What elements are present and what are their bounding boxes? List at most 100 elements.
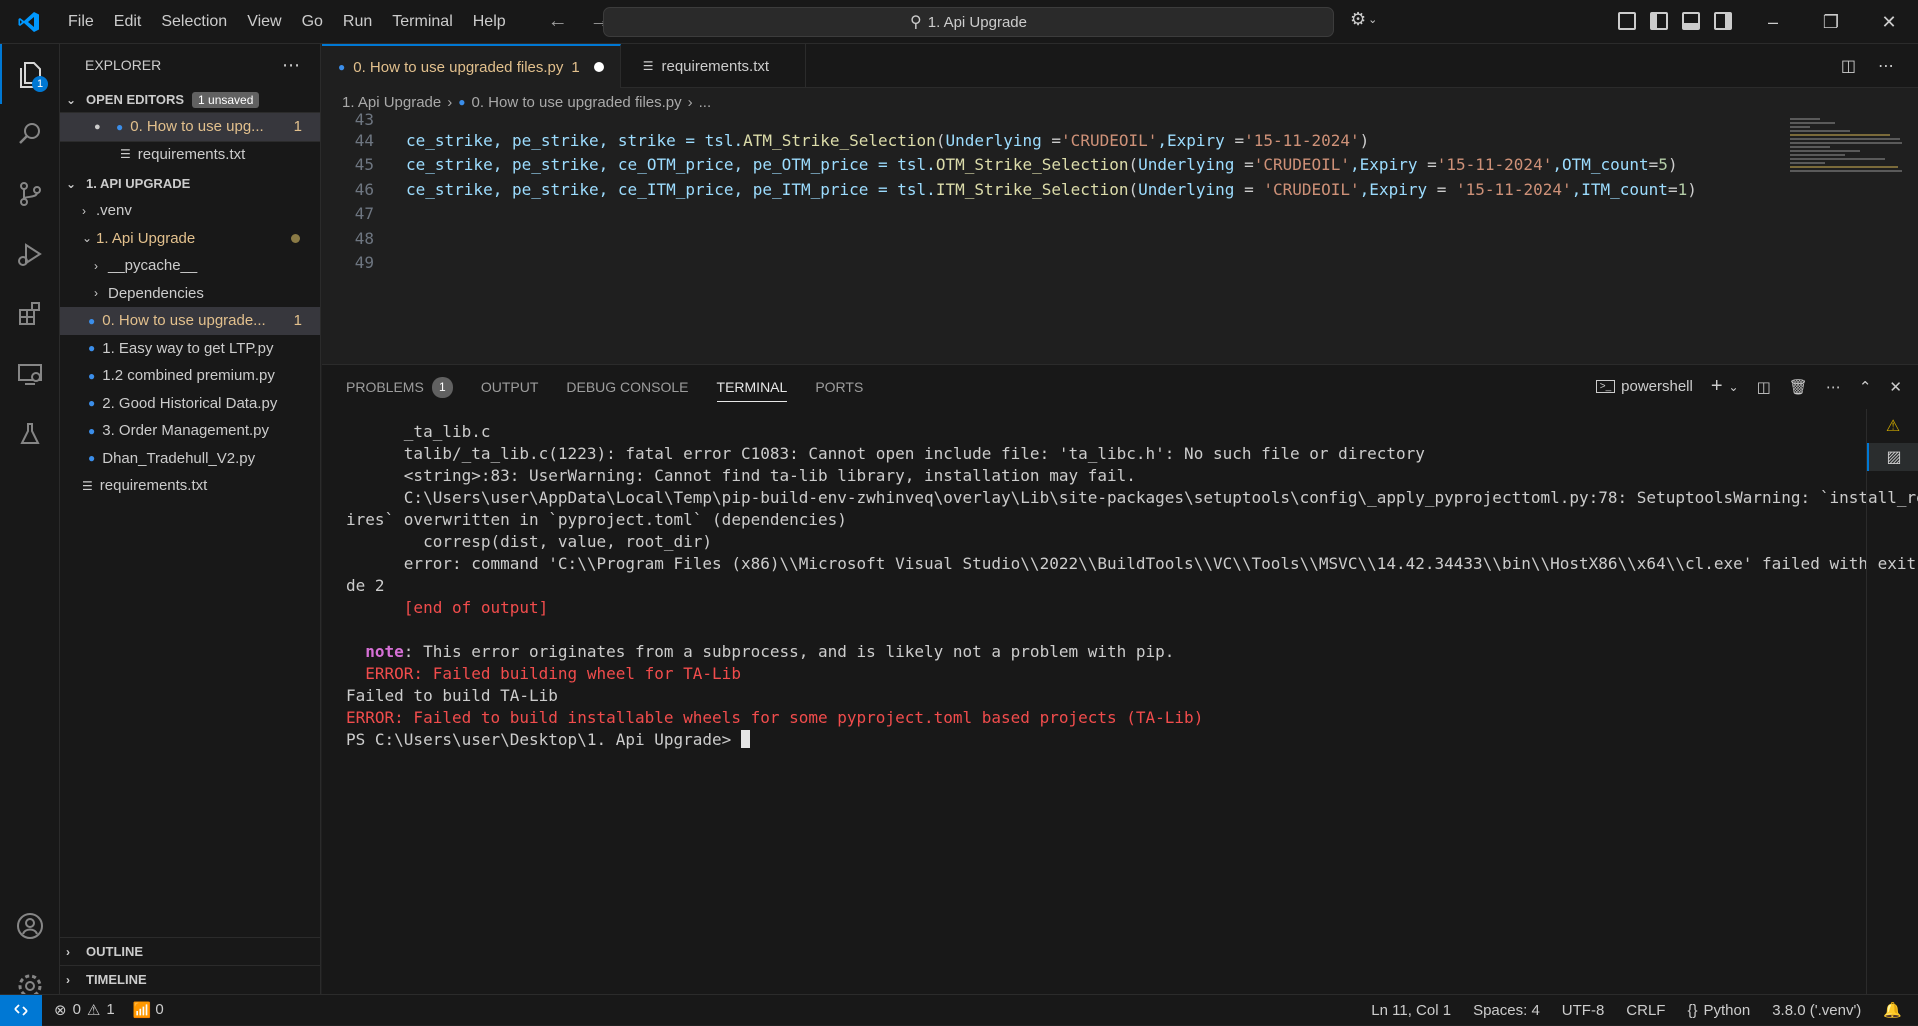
terminal-line: corresp(dist, value, root_dir) <box>346 532 713 551</box>
copilot-button[interactable]: ⚙ ⌄ <box>1350 9 1377 30</box>
tab-problems[interactable]: PROBLEMS 1 <box>346 365 453 409</box>
terminal-line: ires` overwritten in `pyproject.toml` (d… <box>346 510 847 529</box>
search-icon: ⚲ <box>910 14 922 31</box>
open-editor-item[interactable]: ● ● 0. How to use upg... 1 <box>59 112 321 142</box>
back-arrow-icon[interactable]: ← <box>548 10 568 33</box>
encoding[interactable]: UTF-8 <box>1562 1002 1605 1019</box>
indentation[interactable]: Spaces: 4 <box>1473 1002 1540 1019</box>
tree-file[interactable]: ☰ requirements.txt <box>60 472 320 500</box>
code-editor[interactable]: 43 44 ce_strike, pe_strike, strike = tsl.… <box>322 110 1782 363</box>
tab-terminal[interactable]: TERMINAL <box>716 372 788 402</box>
terminal-output[interactable]: _ta_lib.c talib/_ta_lib.c(1223): fatal e… <box>346 421 1918 751</box>
toggle-primary-sidebar-icon[interactable] <box>1650 12 1668 30</box>
tab-debug-console[interactable]: DEBUG CONSOLE <box>566 365 688 409</box>
tree-folder[interactable]: › .venv <box>60 197 320 225</box>
testing-activity[interactable] <box>0 404 60 464</box>
more-actions-icon[interactable]: ⋯ <box>282 55 300 76</box>
close-icon[interactable]: ● <box>94 121 116 133</box>
terminal-line: <string>:83: UserWarning: Cannot find ta… <box>346 466 1136 485</box>
open-editors-header[interactable]: ⌄ OPEN EDITORS 1 unsaved <box>60 86 320 113</box>
workspace-root-header[interactable]: ⌄ 1. API UPGRADE <box>60 170 320 197</box>
close-panel-icon[interactable]: ✕ <box>1889 378 1902 396</box>
menu-file[interactable]: File <box>58 0 104 44</box>
notifications-icon[interactable]: 🔔 <box>1883 1001 1902 1019</box>
chevron-down-icon[interactable]: ⌄ <box>1729 380 1739 394</box>
tab-ports[interactable]: PORTS <box>815 365 863 409</box>
explorer-activity[interactable]: 1 <box>0 44 60 104</box>
tab-output[interactable]: OUTPUT <box>481 365 539 409</box>
menu-view[interactable]: View <box>237 0 291 44</box>
minimize-button[interactable]: – <box>1744 0 1802 44</box>
chevron-right-icon: › <box>447 93 453 111</box>
line-number: 44 <box>354 130 374 150</box>
breadcrumb-symbol[interactable]: ... <box>699 94 712 111</box>
problems-badge: 1 <box>431 376 453 398</box>
tree-folder[interactable]: ⌄ 1. Api Upgrade <box>60 225 320 253</box>
minimap[interactable] <box>1782 116 1918 363</box>
tree-file[interactable]: ● Dhan_Tradehull_V2.py <box>60 445 320 473</box>
tree-folder[interactable]: › Dependencies <box>60 280 320 308</box>
accounts-activity[interactable] <box>0 896 60 956</box>
warning-icon[interactable]: ⚠ <box>1867 409 1918 443</box>
status-bar: ⊗ 0 ⚠ 1 📶 0 Ln 11, Col 1 Spaces: 4 UTF-8 CR… <box>0 994 1918 1026</box>
trash-icon[interactable]: 🗑 <box>1789 378 1808 396</box>
restore-button[interactable]: ❐ <box>1802 0 1860 44</box>
menu-go[interactable]: Go <box>292 0 333 44</box>
remote-indicator-icon[interactable] <box>0 994 42 1026</box>
breadcrumb-folder[interactable]: 1. Api Upgrade <box>342 94 441 111</box>
terminal-cursor <box>740 730 750 748</box>
search-activity[interactable] <box>0 104 60 164</box>
line-endings[interactable]: CRLF <box>1626 1002 1665 1019</box>
title-bar: File Edit Selection View Go Run Terminal… <box>0 0 1918 44</box>
split-editor-icon[interactable]: ◫ <box>1841 56 1856 76</box>
problems-status[interactable]: ⊗ 0 ⚠ 1 <box>54 1001 115 1019</box>
cursor-position[interactable]: Ln 11, Col 1 <box>1371 1002 1451 1019</box>
customize-layout-icon[interactable] <box>1618 12 1636 30</box>
more-actions-icon[interactable]: ⋯ <box>1826 378 1841 396</box>
text-file-icon: ☰ <box>82 478 93 493</box>
toggle-secondary-sidebar-icon[interactable] <box>1714 12 1732 30</box>
folder-label: 1. Api Upgrade <box>96 229 196 247</box>
breadcrumb-file[interactable]: 0. How to use upgraded files.py <box>472 94 682 111</box>
tree-folder[interactable]: › __pycache__ <box>60 252 320 280</box>
braces-icon: {} <box>1687 1001 1698 1019</box>
extensions-activity[interactable] <box>0 284 60 344</box>
language-mode[interactable]: {} Python <box>1687 1002 1750 1019</box>
more-actions-icon[interactable]: ⋯ <box>1878 56 1894 76</box>
ports-status[interactable]: 📶 0 <box>133 1001 164 1019</box>
tab-upgraded-files[interactable]: ● 0. How to use upgraded files.py 1 <box>322 44 621 88</box>
menu-run[interactable]: Run <box>333 0 382 44</box>
new-terminal-icon[interactable]: + <box>1711 375 1723 398</box>
warning-count: 1 <box>106 1001 115 1018</box>
menu-edit[interactable]: Edit <box>104 0 152 44</box>
python-interpreter[interactable]: 3.8.0 ('.venv') <box>1772 1002 1861 1019</box>
toggle-panel-icon[interactable] <box>1682 12 1700 30</box>
outline-header[interactable]: › OUTLINE <box>60 937 321 965</box>
tab-requirements[interactable]: ☰ requirements.txt <box>621 44 807 88</box>
menu-selection[interactable]: Selection <box>151 0 237 44</box>
extensions-icon <box>19 302 40 325</box>
command-center-search[interactable]: ⚲ 1. Api Upgrade <box>603 7 1334 37</box>
tree-file[interactable]: ● 2. Good Historical Data.py <box>60 390 320 418</box>
line-number: 43 <box>354 110 374 129</box>
tree-file[interactable]: ● 3. Order Management.py <box>60 417 320 445</box>
open-editor-item[interactable]: ☰ requirements.txt <box>60 141 320 169</box>
remote-explorer-activity[interactable] <box>0 344 60 404</box>
close-window-button[interactable]: ✕ <box>1860 0 1918 44</box>
copilot-icon: ⚙ <box>1350 9 1367 29</box>
menu-terminal[interactable]: Terminal <box>382 0 462 44</box>
tree-file-selected[interactable]: ● 0. How to use upgrade... 1 <box>60 307 320 335</box>
terminal-shell-selector[interactable]: >_ powershell <box>1595 378 1693 395</box>
split-terminal-icon[interactable]: ◫ <box>1757 378 1771 396</box>
menu-bar: File Edit Selection View Go Run Terminal… <box>58 0 516 44</box>
source-control-activity[interactable] <box>0 164 60 224</box>
unsaved-dot-icon[interactable] <box>593 62 604 72</box>
run-debug-activity[interactable] <box>0 224 60 284</box>
terminal-instance-icon[interactable]: ▨ <box>1867 443 1918 471</box>
timeline-header[interactable]: › TIMELINE <box>60 965 321 993</box>
tree-file[interactable]: ● 1.2 combined premium.py <box>60 362 320 390</box>
maximize-panel-icon[interactable]: ⌃ <box>1859 378 1872 396</box>
menu-help[interactable]: Help <box>463 0 516 44</box>
tab-label: requirements.txt <box>661 57 770 75</box>
tree-file[interactable]: ● 1. Easy way to get LTP.py <box>60 335 320 363</box>
